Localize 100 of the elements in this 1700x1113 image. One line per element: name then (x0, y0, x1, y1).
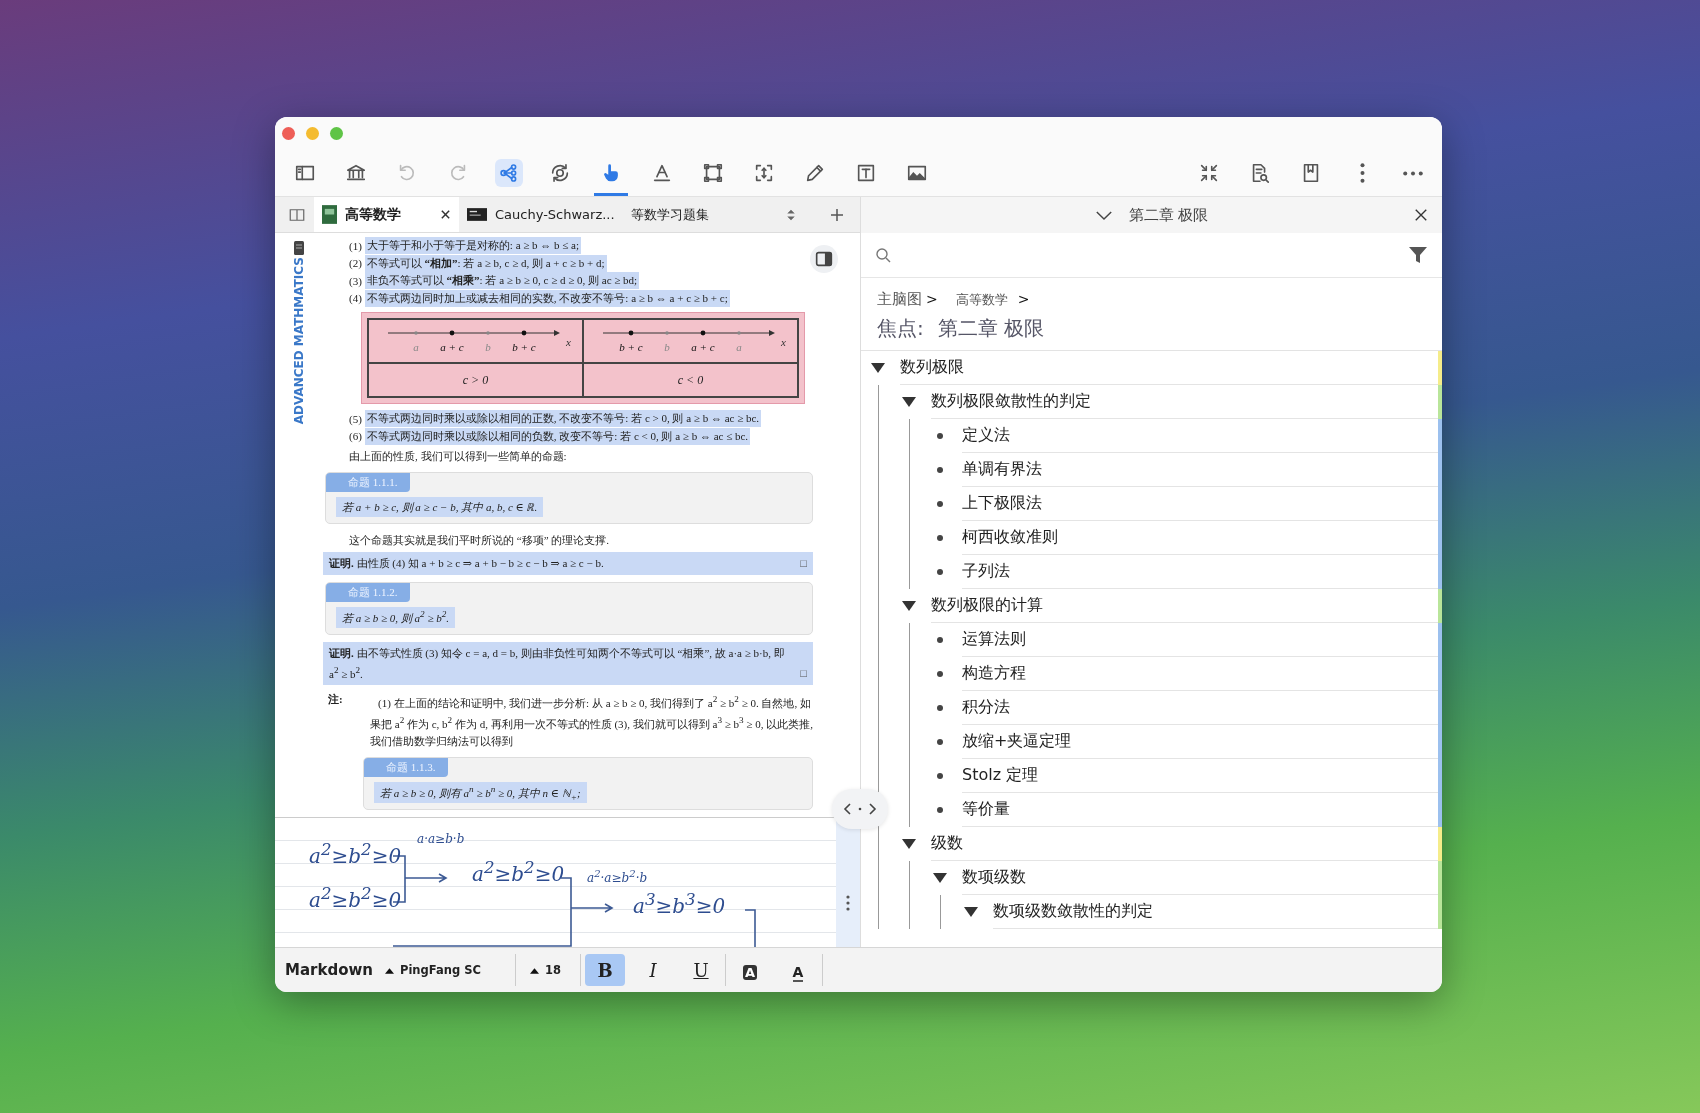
breadcrumb-link[interactable]: 高等数学 (955, 291, 1008, 309)
outline-item[interactable]: 运算法则 (962, 623, 1438, 657)
tab-label: Cauchy-Schwarz... (495, 207, 615, 222)
paragraph: 这个命题其实就是我们平时所说的 “移项” 的理论支撑. (349, 533, 610, 548)
expand-triangle-icon[interactable] (900, 600, 918, 612)
note-text: (1) 在上面的结论和证明中, 我们进一步分析: 从 a ≥ b ≥ 0, 我们得到了 a$^{2}$ ≥ b$^{2}$ ≥ 0. 自然地, 如果把 a$^{2}$ 作为 c, b$^{2}$ 作为 d, 再利用一次不等式的性质 (3), 我们就可以得到 a$^{3}$ ≥ b$^{3}$ ≥ 0, 以此类推, 我们借助数学归纳法可以得到 (370, 693, 813, 749)
highlighted-text: 不等式可以 “相加”: 若 a ≥ b, c ≥ d, 则 a + c ≥ b + d; (364, 254, 607, 272)
chevron-down-icon[interactable] (1094, 209, 1113, 221)
focus-label: 焦点: (877, 315, 924, 342)
highlighted-text: 不等式两边同时加上或减去相同的实数, 不改变不等号: a ≥ b ⇔ a + c ≥ b + c; (364, 289, 730, 307)
outline-item[interactable]: 定义法 (962, 419, 1438, 453)
list-number: (1) (349, 239, 362, 252)
breadcrumb-separator: > (1017, 291, 1030, 307)
resize-handle[interactable] (832, 789, 888, 829)
close-icon[interactable] (440, 209, 451, 220)
text-color-button[interactable]: A (778, 954, 818, 986)
point-label: b + c (618, 341, 643, 353)
outline-item[interactable]: 数列极限敛散性的判定 (931, 385, 1438, 419)
list-number: (5) (349, 412, 362, 425)
outline-item[interactable]: 等价量 (962, 793, 1438, 827)
list-number: (3) (349, 274, 362, 287)
close-icon[interactable] (1414, 208, 1428, 222)
handwritten-formula: a$^{2}$≥b$^{2}$≥0 (472, 858, 565, 886)
font-dropdown[interactable]: PingFang SC (385, 963, 515, 977)
outline-item[interactable]: 子列法 (962, 555, 1438, 589)
slide-thumbnail-icon (467, 208, 487, 221)
highlight-button[interactable]: A (730, 954, 770, 986)
breadcrumb-link[interactable]: 主脑图 (877, 290, 922, 309)
handwritten-formula: a$^{2}$≥b$^{2}$≥0 (309, 840, 402, 868)
outline-item[interactable]: 数项级数 (962, 861, 1438, 895)
more-horizontal-icon (1403, 170, 1423, 176)
handwritten-annotation: a$^{2}$·a≥b$^{2}$·b (587, 868, 648, 885)
handwritten-formula: a$^{2}$≥b$^{2}$≥0 (309, 884, 402, 912)
point-label: a (735, 341, 742, 353)
qed-mark: □ (800, 666, 807, 682)
highlighted-text: 不等式两边同时乘以或除以相同的负数, 改变不等号: 若 c < 0, 则 a ≥ b ⇔ ac ≤ bc. (364, 427, 751, 445)
theorem-statement: 若 a ≥ b ≥ 0, 则 a$^{2}$ ≥ b$^{2}$. (336, 607, 456, 628)
document-tab[interactable]: Cauchy-Schwarz... (459, 197, 623, 232)
outline-item[interactable]: 数列极限的计算 (931, 589, 1438, 623)
handwritten-formula: a$^{3}$≥b$^{3}$≥0 (633, 890, 726, 918)
outline-item[interactable]: 数列极限 (900, 351, 1438, 385)
qed-mark: □ (800, 556, 807, 571)
point-label: b + c (511, 341, 536, 353)
outline-item[interactable]: 单调有界法 (962, 453, 1438, 487)
filter-icon[interactable] (1408, 245, 1428, 265)
node-graph-icon (495, 159, 523, 187)
caret-icon (385, 966, 394, 974)
theorem-label: 命题 1.1.1. (326, 473, 410, 492)
axis-label: x (565, 336, 571, 348)
outline-item[interactable]: 放缩+夹逼定理 (962, 725, 1438, 759)
document-tab[interactable]: 高等数学 (314, 197, 459, 232)
book-cover-icon (322, 205, 337, 224)
expand-triangle-icon[interactable] (900, 396, 918, 408)
outline-item[interactable]: 数项级数敛散性的判定 (993, 895, 1438, 929)
theorem-statement: 若 a ≥ b ≥ 0, 则有 a$^{n}$ ≥ b$^{n}$ ≥ 0, 其中 n ∈ ℕ$_{+}$; (374, 781, 587, 804)
highlighted-text: 大于等于和小于等于是对称的: a ≥ b ⇔ b ≤ a; (364, 237, 582, 255)
close-window-button[interactable] (282, 127, 295, 140)
figure-caption: c < 0 (677, 372, 704, 388)
focus-title: 第二章 极限 (937, 315, 1045, 342)
tab-label: 高等数学 (345, 205, 402, 224)
italic-button[interactable]: I (633, 954, 673, 986)
size-dropdown[interactable]: 18 (516, 963, 580, 977)
theorem-label: 命题 1.1.3. (364, 757, 448, 777)
theorem-label: 命题 1.1.2. (326, 583, 410, 602)
expand-triangle-icon[interactable] (869, 362, 887, 374)
list-number: (4) (349, 292, 362, 305)
expand-triangle-icon[interactable] (931, 872, 949, 884)
bold-button[interactable]: B (585, 954, 625, 986)
expand-triangle-icon[interactable] (900, 838, 918, 850)
outline-item[interactable]: 上下极限法 (962, 487, 1438, 521)
paragraph: 由上面的性质, 我们可以得到一些简单的命题: (349, 449, 568, 464)
point-label: b (484, 341, 491, 353)
outline-item[interactable]: 积分法 (962, 691, 1438, 725)
document-tab[interactable]: 等数学习题集 (622, 197, 717, 232)
list-number: (6) (349, 430, 362, 443)
figure-caption: c > 0 (462, 372, 489, 388)
expand-triangle-icon[interactable] (962, 906, 980, 918)
mode-label[interactable]: Markdown (285, 961, 385, 979)
outline-item[interactable]: 柯西收敛准则 (962, 521, 1438, 555)
note-icon[interactable] (294, 241, 304, 255)
outline-item[interactable]: 构造方程 (962, 657, 1438, 691)
more-vertical-icon (1359, 163, 1365, 183)
highlighted-text: 非负不等式可以 “相乘”: 若 a ≥ b ≥ 0, c ≥ d ≥ 0, 则 ac ≥ bd; (364, 272, 640, 290)
panel-toggle-icon[interactable] (810, 245, 838, 273)
breadcrumb-separator: > (926, 291, 938, 307)
handwritten-annotation: a·a≥b·b (417, 832, 465, 846)
point-label: b (663, 341, 670, 353)
list-number: (2) (349, 257, 362, 270)
search-icon (875, 247, 891, 263)
caret-icon (530, 966, 539, 974)
point-label: a + c (690, 341, 715, 353)
outline-item[interactable]: 级数 (931, 827, 1438, 861)
point-label: a (412, 341, 419, 353)
point-label: a + c (439, 341, 464, 353)
tab-label: 等数学习题集 (630, 205, 709, 224)
margin-title: ADVANCED MATHMATICS (292, 257, 306, 425)
more-vertical-icon[interactable] (845, 893, 851, 912)
underline-button[interactable]: U (681, 954, 721, 986)
highlighted-text: 不等式两边同时乘以或除以相同的正数, 不改变不等号: 若 c > 0, 则 a ≥ b ⇔ ac ≥ bc. (364, 410, 762, 428)
outline-item[interactable]: Stolz 定理 (962, 759, 1438, 793)
